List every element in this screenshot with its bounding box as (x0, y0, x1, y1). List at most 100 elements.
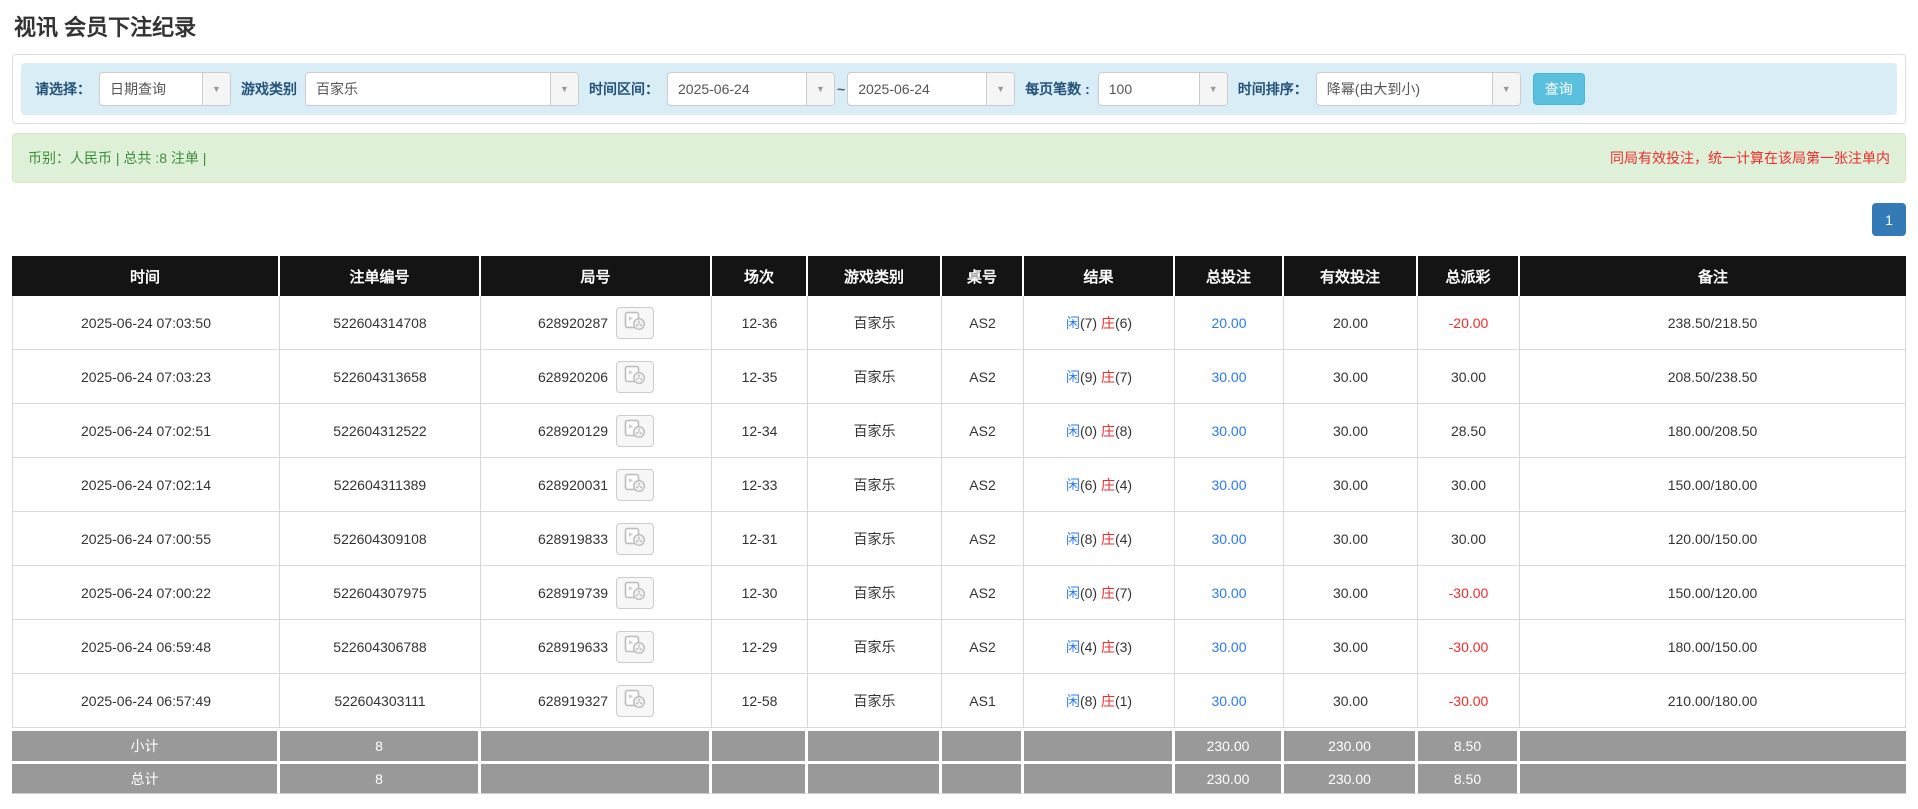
pagination-page-1[interactable]: 1 (1872, 203, 1906, 236)
table-body: 2025-06-24 07:03:50 522604314708 628920287… (12, 296, 1906, 728)
cell-valid-bet: 30.00 (1284, 404, 1418, 458)
result-player-label: 闲 (1065, 638, 1080, 655)
notice-bar: 币别：人民币 | 总共 :8 注单 | 同局有效投注，统一计算在该局第一张注单内 (12, 133, 1906, 183)
col-payout: 总派彩 (1418, 256, 1520, 296)
video-replay-button[interactable] (616, 306, 655, 339)
cell-bet-no: 522604313658 (280, 350, 481, 404)
total-bet-link[interactable]: 30.00 (1211, 639, 1246, 655)
video-replay-button[interactable] (616, 468, 655, 501)
game-no-value: 628920206 (537, 368, 609, 385)
video-replay-button[interactable] (616, 576, 655, 609)
cell-remark: 180.00/208.50 (1520, 404, 1906, 458)
subtotal-row-game-no (481, 728, 712, 761)
pagination: 1 (12, 183, 1906, 256)
subtotal-row-result (1024, 728, 1175, 761)
result-banker-score: (7) (1114, 368, 1133, 385)
video-replay-button[interactable] (616, 684, 655, 717)
table-header: 时间 注单编号 局号 场次 游戏类别 桌号 结果 总投注 有效投注 总派彩 备注 (12, 256, 1906, 296)
total-bet-link[interactable]: 30.00 (1211, 423, 1246, 439)
game-no-value: 628919633 (537, 638, 609, 655)
filter-panel: 请选择： 日期查询 ▼ 游戏类别 百家乐 ▼ 时间区间： 2025-06-24 … (12, 54, 1906, 124)
cell-game-type: 百家乐 (808, 566, 942, 620)
time-range-label: 时间区间： (589, 81, 659, 97)
cell-game-no: 628919327 (481, 674, 712, 728)
page-size-select[interactable]: 100 ▼ (1097, 72, 1228, 106)
date-from-select[interactable]: 2025-06-24 ▼ (667, 72, 835, 106)
subtotal-row-total-bet: 230.00 (1175, 728, 1284, 761)
cell-session: 12-30 (712, 566, 808, 620)
game-type-select[interactable]: 百家乐 ▼ (305, 72, 579, 106)
cell-session: 12-34 (712, 404, 808, 458)
result-player-score: (4) (1079, 638, 1101, 655)
col-game-type: 游戏类别 (808, 256, 942, 296)
result-player-score: (8) (1079, 530, 1101, 547)
total-bet-link[interactable]: 30.00 (1211, 477, 1246, 493)
cell-payout: 28.50 (1418, 404, 1520, 458)
query-button[interactable]: 查询 (1532, 73, 1585, 105)
cell-remark: 180.00/150.00 (1520, 620, 1906, 674)
cell-game-no: 628919739 (481, 566, 712, 620)
total-row-remark (1520, 761, 1906, 794)
date-from-value: 2025-06-24 (678, 81, 750, 97)
date-type-select[interactable]: 日期查询 ▼ (99, 72, 231, 106)
cell-result: 闲(7) 庄(6) (1024, 296, 1175, 350)
cell-game-no: 628920031 (481, 458, 712, 512)
table-header-row: 时间 注单编号 局号 场次 游戏类别 桌号 结果 总投注 有效投注 总派彩 备注 (12, 256, 1906, 296)
total-bet-link[interactable]: 30.00 (1211, 585, 1246, 601)
result-banker-score: (3) (1114, 638, 1133, 655)
cell-payout: 30.00 (1418, 350, 1520, 404)
cell-result: 闲(0) 庄(7) (1024, 566, 1175, 620)
total-bet-link[interactable]: 20.00 (1211, 315, 1246, 331)
total-bet-link[interactable]: 30.00 (1211, 693, 1246, 709)
table-row: 2025-06-24 07:02:14 522604311389 628920031… (12, 458, 1906, 512)
sort-order-select[interactable]: 降幂(由大到小) ▼ (1315, 72, 1521, 106)
game-type-value: 百家乐 (316, 81, 358, 97)
cell-session: 12-33 (712, 458, 808, 512)
cell-game-type: 百家乐 (808, 350, 942, 404)
cell-game-no: 628919833 (481, 512, 712, 566)
cell-time: 2025-06-24 07:00:22 (12, 566, 280, 620)
subtotal-row-payout: 8.50 (1418, 728, 1520, 761)
cell-game-type: 百家乐 (808, 512, 942, 566)
sort-order-value: 降幂(由大到小) (1326, 81, 1421, 97)
col-remark: 备注 (1520, 256, 1906, 296)
film-reel-icon (624, 635, 646, 658)
bet-records-table: 时间 注单编号 局号 场次 游戏类别 桌号 结果 总投注 有效投注 总派彩 备注… (12, 256, 1906, 794)
cell-time: 2025-06-24 07:02:14 (12, 458, 280, 512)
cell-payout: -20.00 (1418, 296, 1520, 350)
result-banker-score: (7) (1114, 584, 1133, 601)
subtotal-row-game-type (808, 728, 942, 761)
result-player-score: (6) (1079, 476, 1101, 493)
film-reel-icon (624, 689, 646, 712)
film-reel-icon (624, 419, 646, 442)
col-total-bet: 总投注 (1175, 256, 1284, 296)
table-row: 2025-06-24 06:59:48 522604306788 628919633… (12, 620, 1906, 674)
video-replay-button[interactable] (616, 522, 655, 555)
table-row: 2025-06-24 07:03:23 522604313658 628920206… (12, 350, 1906, 404)
result-banker-score: (8) (1114, 422, 1133, 439)
total-row-result (1024, 761, 1175, 794)
table-row: 2025-06-24 07:00:55 522604309108 628919833… (12, 512, 1906, 566)
game-no-value: 628919739 (537, 584, 609, 601)
total-row-payout: 8.50 (1418, 761, 1520, 794)
video-replay-button[interactable] (616, 630, 655, 663)
cell-remark: 238.50/218.50 (1520, 296, 1906, 350)
cell-valid-bet: 30.00 (1284, 566, 1418, 620)
cell-time: 2025-06-24 07:03:23 (12, 350, 280, 404)
cell-game-type: 百家乐 (808, 674, 942, 728)
total-bet-link[interactable]: 30.00 (1211, 369, 1246, 385)
date-to-select[interactable]: 2025-06-24 ▼ (847, 72, 1016, 106)
video-replay-button[interactable] (616, 414, 655, 447)
result-banker-score: (1) (1114, 692, 1133, 709)
result-player-score: (0) (1079, 584, 1101, 601)
video-replay-button[interactable] (616, 360, 655, 393)
cell-result: 闲(4) 庄(3) (1024, 620, 1175, 674)
cell-payout: 30.00 (1418, 458, 1520, 512)
total-bet-link[interactable]: 30.00 (1211, 531, 1246, 547)
cell-time: 2025-06-24 07:02:51 (12, 404, 280, 458)
table-row: 2025-06-24 06:57:49 522604303111 628919327… (12, 674, 1906, 728)
cell-time: 2025-06-24 07:03:50 (12, 296, 280, 350)
cell-remark: 150.00/180.00 (1520, 458, 1906, 512)
date-type-value: 日期查询 (110, 81, 166, 97)
subtotal-row-valid-bet: 230.00 (1284, 728, 1418, 761)
